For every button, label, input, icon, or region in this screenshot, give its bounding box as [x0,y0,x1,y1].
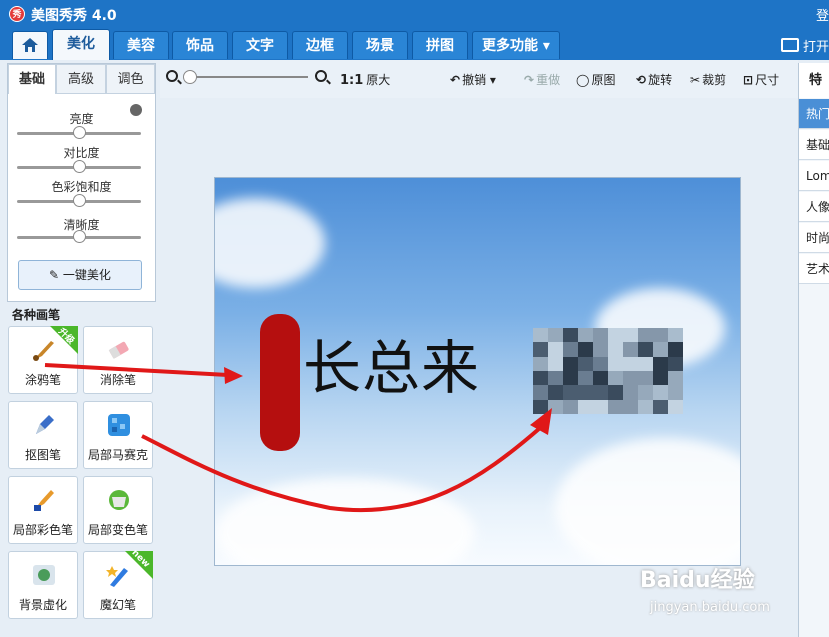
effect-category-portrait[interactable]: 人像 [799,192,829,222]
effect-category-fashion[interactable]: 时尚 [799,223,829,253]
watermark-url: jingyan.baidu.com [650,600,770,615]
effects-panel: 特效 热门 基础 Lomo 人像 时尚 艺术 [798,63,829,637]
annotation-arrows [44,363,552,513]
effects-title: 特效 [799,63,829,123]
red-arrow-doodle [44,363,229,377]
effect-category-art[interactable]: 艺术 [799,254,829,284]
effect-category-lomo[interactable]: Lomo [799,161,829,191]
effect-category-basic[interactable]: 基础 [799,130,829,160]
watermark: Baidu经验 [640,568,755,593]
red-arrow-doodle-head [224,367,243,384]
red-arrow-mosaic [141,426,542,513]
effect-category-hot[interactable]: 热门 [799,99,829,129]
red-arrow-mosaic-head [530,408,552,435]
